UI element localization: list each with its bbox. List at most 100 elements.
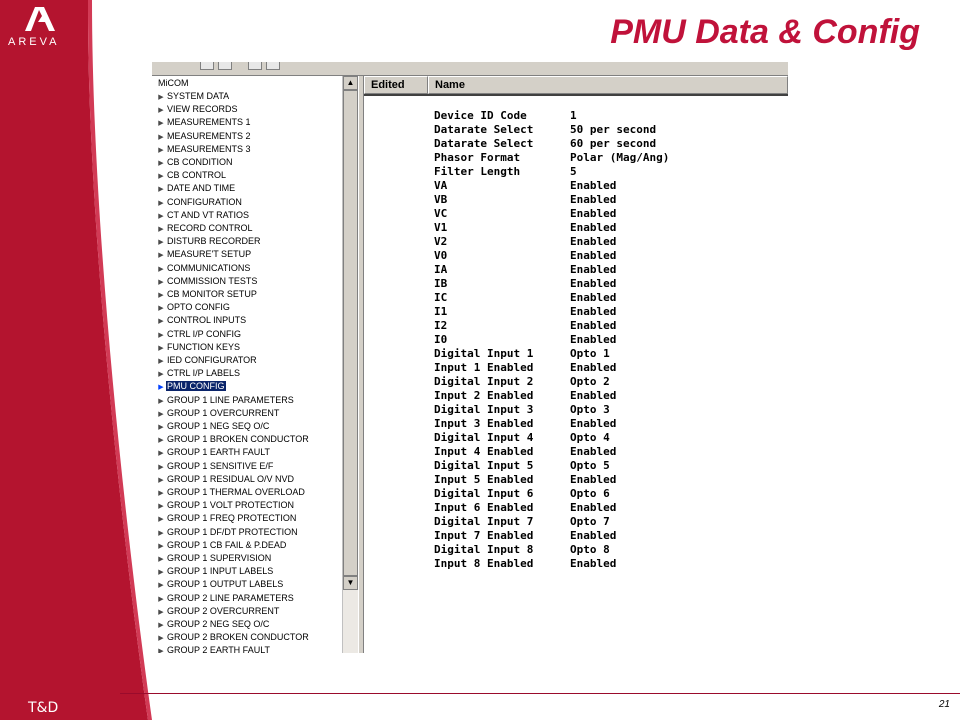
expand-arrow-icon[interactable]: ▶ xyxy=(156,197,166,210)
expand-arrow-icon[interactable]: ▶ xyxy=(156,263,166,276)
expand-arrow-icon[interactable]: ▶ xyxy=(156,500,166,513)
tree-item[interactable]: ▶ CONTROL INPUTS xyxy=(156,314,342,327)
tree-item[interactable]: ▶ GROUP 1 RESIDUAL O/V NVD xyxy=(156,473,342,486)
tree-item[interactable]: ▶ GROUP 1 OVERCURRENT xyxy=(156,407,342,420)
toolbar-print-icon[interactable] xyxy=(248,62,262,70)
tree-item[interactable]: ▶ RECORD CONTROL xyxy=(156,222,342,235)
scroll-up-icon[interactable]: ▲ xyxy=(343,76,358,90)
tree-item[interactable]: ▶ PMU CONFIG xyxy=(156,380,342,393)
tree-item[interactable]: ▶ GROUP 1 CB FAIL & P.DEAD xyxy=(156,539,342,552)
setting-row[interactable]: V2 Enabled xyxy=(434,235,616,249)
column-header-edited[interactable]: Edited xyxy=(364,76,428,94)
setting-row[interactable]: Digital Input 8 Opto 8 xyxy=(434,543,610,557)
scroll-down-icon[interactable]: ▼ xyxy=(343,576,358,590)
tree-item[interactable]: ▶ GROUP 2 OVERCURRENT xyxy=(156,605,342,618)
expand-arrow-icon[interactable]: ▶ xyxy=(156,342,166,355)
setting-row[interactable]: Digital Input 5 Opto 5 xyxy=(434,459,610,473)
setting-row[interactable]: Input 5 Enabled Enabled xyxy=(434,473,616,487)
scroll-thumb[interactable] xyxy=(343,90,358,576)
tree-item[interactable]: ▶ VIEW RECORDS xyxy=(156,103,342,116)
tree-item[interactable]: ▶ GROUP 2 NEG SEQ O/C xyxy=(156,618,342,631)
setting-row[interactable]: Phasor Format Polar (Mag/Ang) xyxy=(434,151,669,165)
tree-item[interactable]: ▶ GROUP 2 EARTH FAULT xyxy=(156,644,342,653)
setting-row[interactable]: Digital Input 7 Opto 7 xyxy=(434,515,610,529)
expand-arrow-icon[interactable]: ▶ xyxy=(156,236,166,249)
setting-row[interactable]: Digital Input 3 Opto 3 xyxy=(434,403,610,417)
tree-item[interactable]: ▶ CTRL I/P LABELS xyxy=(156,367,342,380)
setting-row[interactable]: Datarate Select 50 per second xyxy=(434,123,656,137)
expand-arrow-icon[interactable]: ▶ xyxy=(156,434,166,447)
tree-item[interactable]: ▶ GROUP 2 LINE PARAMETERS xyxy=(156,592,342,605)
tree-item[interactable]: ▶ CB MONITOR SETUP xyxy=(156,288,342,301)
tree-item[interactable]: ▶ CONFIGURATION xyxy=(156,196,342,209)
setting-row[interactable]: IB Enabled xyxy=(434,277,616,291)
tree-item[interactable]: ▶ GROUP 1 OUTPUT LABELS xyxy=(156,578,342,591)
tree-item[interactable]: ▶ CB CONDITION xyxy=(156,156,342,169)
tree-item[interactable]: ▶ GROUP 1 INPUT LABELS xyxy=(156,565,342,578)
expand-arrow-icon[interactable]: ▶ xyxy=(156,210,166,223)
tree-item[interactable]: ▶ FUNCTION KEYS xyxy=(156,341,342,354)
tree-item[interactable]: ▶ GROUP 1 EARTH FAULT xyxy=(156,446,342,459)
expand-arrow-icon[interactable]: ▶ xyxy=(156,619,166,632)
tree-item[interactable]: ▶ MEASURE'T SETUP xyxy=(156,248,342,261)
setting-row[interactable]: VB Enabled xyxy=(434,193,616,207)
expand-arrow-icon[interactable]: ▶ xyxy=(156,157,166,170)
setting-row[interactable]: Input 4 Enabled Enabled xyxy=(434,445,616,459)
setting-row[interactable]: IA Enabled xyxy=(434,263,616,277)
tree-item[interactable]: ▶ GROUP 1 DF/DT PROTECTION xyxy=(156,526,342,539)
expand-arrow-icon[interactable]: ▶ xyxy=(156,170,166,183)
tree-item[interactable]: ▶ GROUP 1 VOLT PROTECTION xyxy=(156,499,342,512)
expand-arrow-icon[interactable]: ▶ xyxy=(156,249,166,262)
expand-arrow-icon[interactable]: ▶ xyxy=(156,606,166,619)
setting-row[interactable]: IC Enabled xyxy=(434,291,616,305)
expand-arrow-icon[interactable]: ▶ xyxy=(156,527,166,540)
expand-arrow-icon[interactable]: ▶ xyxy=(156,131,166,144)
setting-row[interactable]: V0 Enabled xyxy=(434,249,616,263)
setting-row[interactable]: Input 6 Enabled Enabled xyxy=(434,501,616,515)
expand-arrow-icon[interactable]: ▶ xyxy=(156,104,166,117)
setting-row[interactable]: Input 8 Enabled Enabled xyxy=(434,557,616,571)
setting-row[interactable]: VA Enabled xyxy=(434,179,616,193)
expand-arrow-icon[interactable]: ▶ xyxy=(156,395,166,408)
setting-row[interactable]: I1 Enabled xyxy=(434,305,616,319)
expand-arrow-icon[interactable]: ▶ xyxy=(156,117,166,130)
expand-arrow-icon[interactable]: ▶ xyxy=(156,593,166,606)
setting-row[interactable]: Digital Input 2 Opto 2 xyxy=(434,375,610,389)
expand-arrow-icon[interactable]: ▶ xyxy=(156,566,166,579)
setting-row[interactable]: Device ID Code 1 xyxy=(434,109,577,123)
tree-item[interactable]: ▶ SYSTEM DATA xyxy=(156,90,342,103)
expand-arrow-icon[interactable]: ▶ xyxy=(156,408,166,421)
setting-row[interactable]: I0 Enabled xyxy=(434,333,616,347)
tree-item[interactable]: ▶ MEASUREMENTS 2 xyxy=(156,130,342,143)
setting-row[interactable]: Input 2 Enabled Enabled xyxy=(434,389,616,403)
tree-item[interactable]: ▶ IED CONFIGURATOR xyxy=(156,354,342,367)
tree-item[interactable]: ▶ COMMUNICATIONS xyxy=(156,262,342,275)
setting-row[interactable]: Digital Input 4 Opto 4 xyxy=(434,431,610,445)
tree-root[interactable]: MiCOM xyxy=(158,77,189,89)
expand-arrow-icon[interactable]: ▶ xyxy=(156,91,166,104)
tree-item[interactable]: ▶ DATE AND TIME xyxy=(156,182,342,195)
expand-arrow-icon[interactable]: ▶ xyxy=(156,381,166,394)
expand-arrow-icon[interactable]: ▶ xyxy=(156,223,166,236)
tree-item[interactable]: ▶ GROUP 1 FREQ PROTECTION xyxy=(156,512,342,525)
expand-arrow-icon[interactable]: ▶ xyxy=(156,302,166,315)
tree-item[interactable]: ▶ OPTO CONFIG xyxy=(156,301,342,314)
tree-item[interactable]: ▶ COMMISSION TESTS xyxy=(156,275,342,288)
expand-arrow-icon[interactable]: ▶ xyxy=(156,276,166,289)
expand-arrow-icon[interactable]: ▶ xyxy=(156,355,166,368)
tree-item[interactable]: ▶ GROUP 1 BROKEN CONDUCTOR xyxy=(156,433,342,446)
tree-item[interactable]: ▶ DISTURB RECORDER xyxy=(156,235,342,248)
tree-item[interactable]: ▶ MEASUREMENTS 3 xyxy=(156,143,342,156)
setting-row[interactable]: V1 Enabled xyxy=(434,221,616,235)
expand-arrow-icon[interactable]: ▶ xyxy=(156,144,166,157)
setting-row[interactable]: Filter Length 5 xyxy=(434,165,577,179)
tree-item[interactable]: ▶ CT AND VT RATIOS xyxy=(156,209,342,222)
tree-item[interactable]: ▶ GROUP 1 SENSITIVE E/F xyxy=(156,460,342,473)
tree-item[interactable]: ▶ MEASUREMENTS 1 xyxy=(156,116,342,129)
setting-row[interactable]: Input 1 Enabled Enabled xyxy=(434,361,616,375)
setting-row[interactable]: Input 3 Enabled Enabled xyxy=(434,417,616,431)
expand-arrow-icon[interactable]: ▶ xyxy=(156,645,166,653)
expand-arrow-icon[interactable]: ▶ xyxy=(156,579,166,592)
expand-arrow-icon[interactable]: ▶ xyxy=(156,368,166,381)
expand-arrow-icon[interactable]: ▶ xyxy=(156,474,166,487)
